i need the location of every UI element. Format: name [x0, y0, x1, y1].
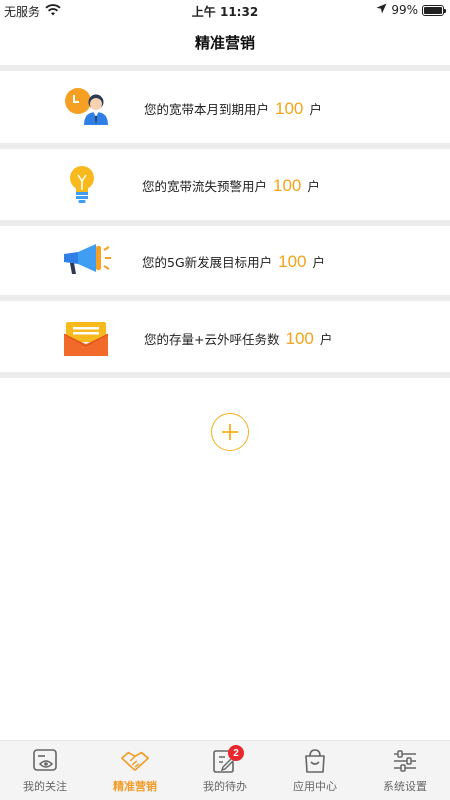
- tab-label: 我的待办: [203, 780, 247, 793]
- envelope-icon: [60, 316, 112, 360]
- divider: [0, 372, 450, 378]
- card-text: 您的存量+云外呼任务数 100 户: [144, 329, 332, 349]
- handshake-icon: [120, 748, 150, 774]
- card-unit: 户: [307, 179, 320, 194]
- nav-bar: 精准营销: [0, 20, 450, 65]
- eye-card-icon: [30, 748, 60, 774]
- tab-bar: 我的关注 精准营销 2 我的待办 应用中心 系统设置: [0, 740, 450, 800]
- card-label: 您的宽带本月到期用户: [144, 102, 270, 117]
- tab-my-todo[interactable]: 2 我的待办: [180, 741, 270, 800]
- card-unit: 户: [309, 102, 322, 117]
- tab-app-center[interactable]: 应用中心: [270, 741, 360, 800]
- card-count: 100: [275, 99, 304, 118]
- card-broadband-churn-warning[interactable]: 您的宽带流失预警用户 100 户: [0, 149, 450, 220]
- status-right: 99%: [376, 3, 446, 17]
- tab-my-focus[interactable]: 我的关注: [0, 741, 90, 800]
- tab-label: 精准营销: [113, 780, 157, 793]
- bag-icon: [300, 748, 330, 774]
- battery-percent: 99%: [391, 3, 418, 17]
- card-text: 您的宽带本月到期用户 100 户: [144, 99, 322, 119]
- plus-circle-icon: [222, 424, 238, 440]
- user-clock-icon: [62, 85, 114, 129]
- tab-label: 系统设置: [383, 780, 427, 793]
- location-arrow-icon: [376, 3, 387, 17]
- card-count: 100: [273, 176, 302, 195]
- card-label: 您的5G新发展目标用户: [142, 255, 273, 270]
- battery-fill: [424, 6, 442, 14]
- page-title: 精准营销: [194, 34, 255, 52]
- lightbulb-icon: [56, 163, 108, 207]
- tab-label: 应用中心: [293, 780, 337, 793]
- tab-label: 我的关注: [23, 780, 67, 793]
- battery-icon: [422, 4, 446, 16]
- todo-badge: 2: [228, 745, 244, 761]
- card-cloud-call-tasks[interactable]: 您的存量+云外呼任务数 100 户: [0, 301, 450, 372]
- card-label: 您的宽带流失预警用户: [142, 179, 268, 194]
- add-button[interactable]: [211, 413, 249, 451]
- tab-precision-marketing[interactable]: 精准营销: [90, 741, 180, 800]
- card-text: 您的5G新发展目标用户 100 户: [142, 252, 325, 272]
- tab-system-settings[interactable]: 系统设置: [360, 741, 450, 800]
- edit-note-icon: 2: [210, 745, 244, 774]
- status-bar: 无服务 上午 11:32 99%: [0, 0, 450, 20]
- card-unit: 户: [319, 332, 333, 347]
- megaphone-icon: [60, 238, 112, 282]
- card-label: 您的存量+云外呼任务数: [144, 332, 280, 347]
- card-count: 100: [278, 252, 307, 271]
- card-text: 您的宽带流失预警用户 100 户: [142, 176, 320, 196]
- card-count: 100: [285, 329, 314, 348]
- card-broadband-expiring[interactable]: 您的宽带本月到期用户 100 户: [0, 71, 450, 143]
- sliders-icon: [390, 748, 420, 774]
- card-5g-target-users[interactable]: 您的5G新发展目标用户 100 户: [0, 226, 450, 295]
- card-unit: 户: [312, 255, 326, 270]
